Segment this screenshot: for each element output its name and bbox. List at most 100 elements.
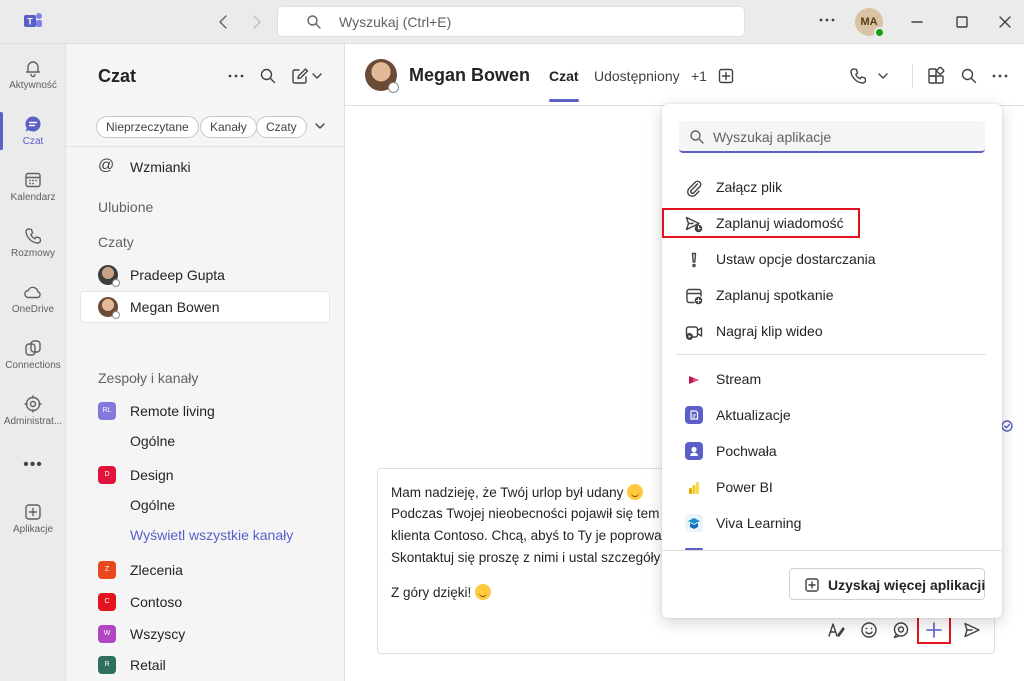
rail-item-onedrive[interactable]: OneDrive (0, 274, 66, 326)
rail-label: Aplikacje (12, 524, 54, 535)
rail-label: Kalendarz (10, 192, 56, 203)
filter-unread[interactable]: Nieprzeczytane (96, 116, 199, 138)
cloud-icon (23, 282, 43, 302)
call-icon[interactable] (848, 66, 892, 86)
view-all-channels-link[interactable]: Wyświetl wszystkie kanały (80, 519, 330, 551)
chat-item-megan[interactable]: Megan Bowen (80, 291, 330, 323)
rail-item-activity[interactable]: Aktywność (0, 50, 66, 102)
divider (66, 146, 345, 147)
user-avatar[interactable]: MA (855, 8, 885, 38)
divider (912, 64, 913, 88)
apps-search-input[interactable]: Wyszukaj aplikacje (679, 121, 985, 153)
actions-apps-menu: Wyszukaj aplikacje Załącz plik Zaplanuj … (662, 104, 1002, 618)
app-item-stream[interactable]: Stream (662, 362, 1002, 396)
pane-title: Czat (98, 66, 137, 86)
team-icon: W (98, 625, 116, 643)
rail-item-calls[interactable]: Rozmowy (0, 218, 66, 270)
maximize-icon[interactable] (952, 12, 972, 32)
more-options-icon[interactable] (990, 66, 1010, 86)
menu-item-label: Viva Learning (716, 515, 802, 531)
back-arrow-icon[interactable] (214, 12, 234, 32)
menu-item-label: Zaplanuj wiadomość (716, 215, 844, 231)
team-name: Wszyscy (130, 626, 186, 642)
apps-grid-icon[interactable] (926, 66, 946, 86)
search-placeholder: Wyszukaj (Ctrl+E) (339, 14, 452, 30)
global-search-input[interactable]: Wyszukaj (Ctrl+E) (277, 6, 745, 37)
app-item-power-bi[interactable]: Power BI (662, 470, 1002, 504)
chevron-down-icon[interactable] (312, 118, 328, 134)
app-item-viva-learning[interactable]: Viva Learning (662, 506, 1002, 540)
teams-heading[interactable]: Zespoły i kanały (98, 370, 198, 386)
apps-search-placeholder: Wyszukaj aplikacje (713, 129, 832, 145)
team-item-retail[interactable]: R Retail (80, 649, 330, 681)
channel-item-general[interactable]: Ogólne (80, 425, 330, 457)
avatar[interactable] (365, 59, 399, 93)
get-more-apps-button[interactable]: Uzyskaj więcej aplikacji (789, 568, 985, 600)
more-options-icon[interactable] (226, 66, 246, 86)
forward-arrow-icon[interactable] (246, 12, 266, 32)
divider (662, 550, 1002, 551)
send-icon[interactable] (962, 620, 982, 640)
chats-heading[interactable]: Czaty (98, 234, 134, 250)
format-icon[interactable] (826, 620, 846, 640)
team-name: Design (130, 467, 174, 483)
menu-item-label: Ustaw opcje dostarczania (716, 251, 876, 267)
search-icon[interactable] (959, 66, 979, 86)
actions-apps-button[interactable] (917, 614, 951, 644)
menu-item-delivery-options[interactable]: Ustaw opcje dostarczania (662, 242, 1002, 276)
loop-icon[interactable] (891, 620, 911, 640)
more-options-icon[interactable] (817, 10, 837, 30)
viva-learning-icon (685, 514, 703, 532)
menu-item-label: Nagraj klip wideo (716, 323, 823, 339)
favorites-heading[interactable]: Ulubione (98, 199, 153, 215)
menu-item-schedule-meeting[interactable]: Zaplanuj spotkanie (662, 278, 1002, 312)
menu-item-schedule-message[interactable]: Zaplanuj wiadomość (662, 206, 1002, 240)
team-item-design[interactable]: D Design (80, 459, 330, 491)
updates-app-icon (685, 406, 703, 424)
rail-item-calendar[interactable]: Kalendarz (0, 162, 66, 214)
bell-icon (23, 58, 43, 78)
close-icon[interactable] (995, 12, 1015, 32)
rail-item-admin[interactable]: Administrat... (0, 386, 66, 438)
stream-icon (684, 370, 704, 390)
rail-item-apps[interactable]: Aplikacje (0, 494, 66, 546)
calendar-add-icon (684, 286, 704, 306)
team-icon: Z (98, 561, 116, 579)
app-item-updates[interactable]: Aktualizacje (662, 398, 1002, 432)
channel-item-general[interactable]: Ogólne (80, 489, 330, 521)
team-item-everyone[interactable]: W Wszyscy (80, 618, 330, 650)
rail-item-connections[interactable]: Connections (0, 330, 66, 382)
team-item-remote-living[interactable]: RL Remote living (80, 395, 330, 427)
rail-item-chat[interactable]: Czat (0, 106, 66, 158)
message-line: klienta Contoso. Chcą, abyś to Ty je pop… (391, 528, 662, 543)
app-rail: Aktywność Czat Kalendarz Rozmowy OneDriv… (0, 44, 66, 681)
video-clip-icon (684, 322, 704, 342)
team-icon: D (98, 466, 116, 484)
calendar-icon (23, 170, 43, 190)
message-line: Skontaktuj się proszę z nimi i ustal szc… (391, 550, 661, 565)
new-chat-icon[interactable] (290, 66, 326, 86)
menu-item-attach-file[interactable]: Załącz plik (662, 170, 1002, 204)
smile-emoji-icon (627, 484, 644, 500)
more-apps-icon[interactable]: ••• (22, 456, 44, 473)
contact-name: Megan Bowen (409, 65, 531, 85)
menu-item-label: Załącz plik (716, 179, 783, 195)
filter-channels[interactable]: Kanały (200, 116, 257, 138)
svg-text:T: T (27, 17, 33, 27)
mentions-item[interactable]: @ Wzmianki (80, 151, 330, 183)
read-receipt-icon (1001, 420, 1013, 432)
app-item-praise[interactable]: Pochwała (662, 434, 1002, 468)
tab-chat[interactable]: Czat (549, 68, 579, 102)
emoji-icon[interactable] (859, 620, 879, 640)
team-item-orders[interactable]: Z Zlecenia (80, 554, 330, 586)
chat-item-pradeep[interactable]: Pradeep Gupta (80, 259, 330, 291)
minimize-icon[interactable] (907, 12, 927, 32)
search-icon[interactable] (258, 66, 278, 86)
add-tab-icon[interactable] (716, 66, 736, 86)
filter-chats[interactable]: Czaty (256, 116, 307, 138)
menu-item-record-video[interactable]: Nagraj klip wideo (662, 314, 1002, 348)
tab-shared[interactable]: Udostępniony (594, 68, 680, 84)
team-item-contoso[interactable]: C Contoso (80, 586, 330, 618)
rail-label: OneDrive (11, 304, 55, 315)
tab-more-count[interactable]: +1 (691, 68, 707, 84)
